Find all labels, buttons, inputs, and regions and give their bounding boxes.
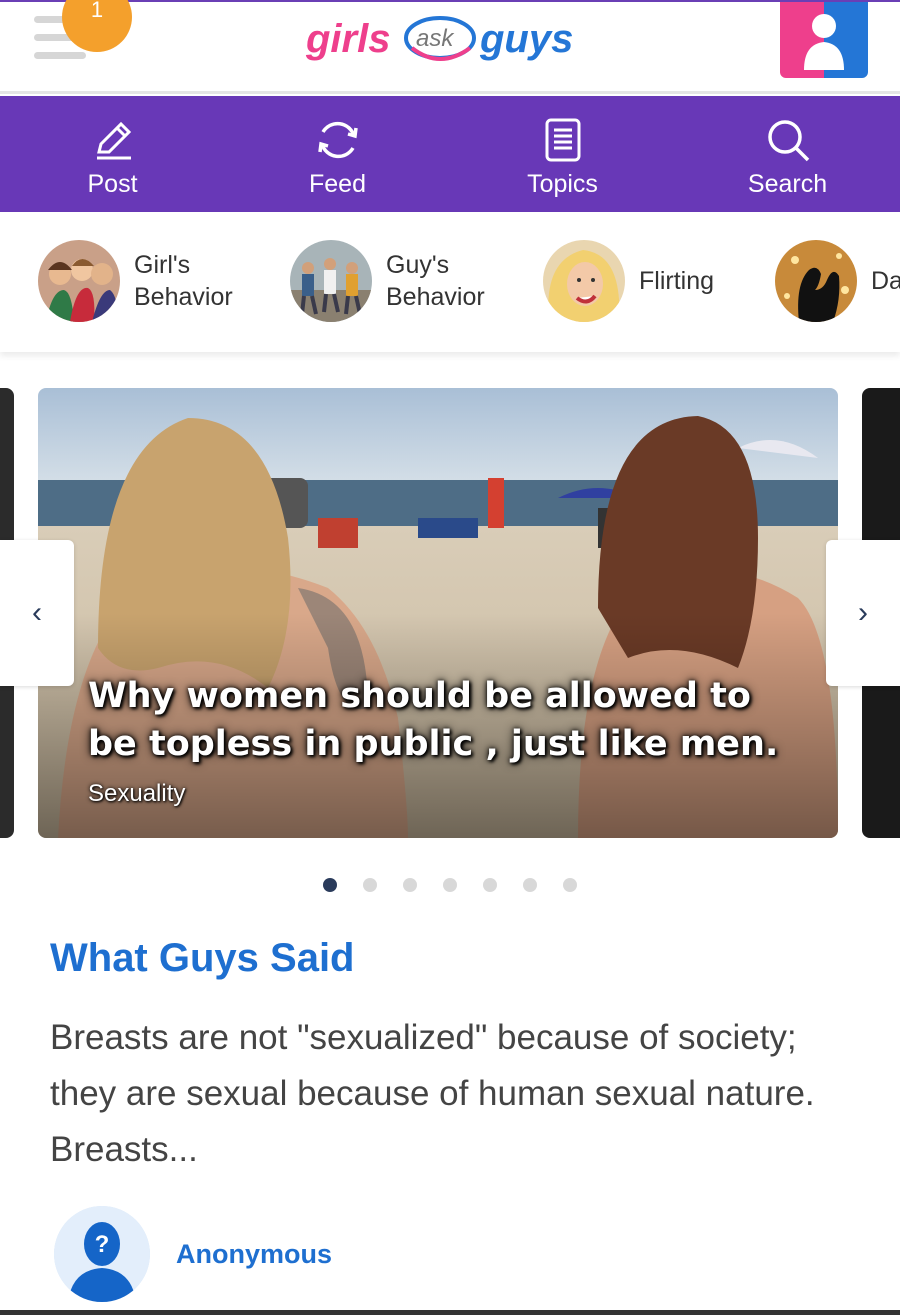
- carousel-prev-button[interactable]: ‹: [0, 540, 74, 686]
- slide-category[interactable]: Sexuality: [88, 780, 185, 808]
- site-logo[interactable]: girls ask guys: [300, 8, 600, 78]
- nav-post[interactable]: Post: [0, 96, 225, 212]
- carousel-dots: [0, 878, 900, 896]
- anonymous-user-icon: ?: [54, 1206, 150, 1302]
- list-icon: [545, 118, 580, 162]
- carousel-dot[interactable]: [483, 878, 497, 892]
- carousel-dot[interactable]: [363, 878, 377, 892]
- profile-button[interactable]: [780, 2, 868, 78]
- topic-thumbnail: [38, 240, 120, 322]
- chevron-left-icon: ‹: [32, 596, 42, 629]
- topic-thumbnail: [290, 240, 372, 322]
- topic-dating[interactable]: Da: [775, 240, 900, 322]
- slide-photo: [38, 388, 838, 838]
- section-title[interactable]: What Guys Said: [50, 936, 355, 981]
- svg-text:?: ?: [95, 1231, 110, 1258]
- search-icon: [767, 120, 809, 162]
- carousel-dot[interactable]: [323, 878, 337, 892]
- featured-slide[interactable]: Why women should be allowed to be toples…: [38, 388, 838, 838]
- carousel-dot[interactable]: [443, 878, 457, 892]
- carousel-next-button[interactable]: ›: [826, 540, 900, 686]
- nav-topics[interactable]: Topics: [450, 96, 675, 212]
- topic-guys-behavior[interactable]: Guy's Behavior: [290, 240, 485, 322]
- svg-text:girls: girls: [305, 17, 390, 61]
- main-nav: Post Feed Topics Search: [0, 96, 900, 212]
- topics-row: Girl's Behavior Guy's Behavior Flirting …: [0, 212, 900, 352]
- nav-search[interactable]: Search: [675, 96, 900, 212]
- topic-thumbnail: [543, 240, 625, 322]
- chevron-right-icon: ›: [858, 596, 868, 629]
- nav-feed[interactable]: Feed: [225, 96, 450, 212]
- opinion-excerpt[interactable]: Breasts are not "sexualized" because of …: [50, 1010, 860, 1178]
- svg-text:guys: guys: [479, 17, 573, 61]
- refresh-icon: [317, 121, 358, 159]
- user-icon: [804, 14, 844, 70]
- topic-flirting[interactable]: Flirting: [543, 240, 714, 322]
- carousel-dot[interactable]: [563, 878, 577, 892]
- carousel-dot[interactable]: [403, 878, 417, 892]
- opinion-author[interactable]: ? Anonymous: [54, 1206, 332, 1302]
- pencil-icon: [96, 121, 131, 160]
- svg-text:ask: ask: [416, 25, 455, 52]
- avatar: ?: [54, 1206, 150, 1302]
- slide-title: Why women should be allowed to be toples…: [88, 676, 779, 764]
- topic-thumbnail: [775, 240, 857, 322]
- top-header: 1 girls ask guys: [0, 0, 900, 94]
- carousel-dot[interactable]: [523, 878, 537, 892]
- bottom-edge: [0, 1310, 900, 1315]
- topic-girls-behavior[interactable]: Girl's Behavior: [38, 240, 233, 322]
